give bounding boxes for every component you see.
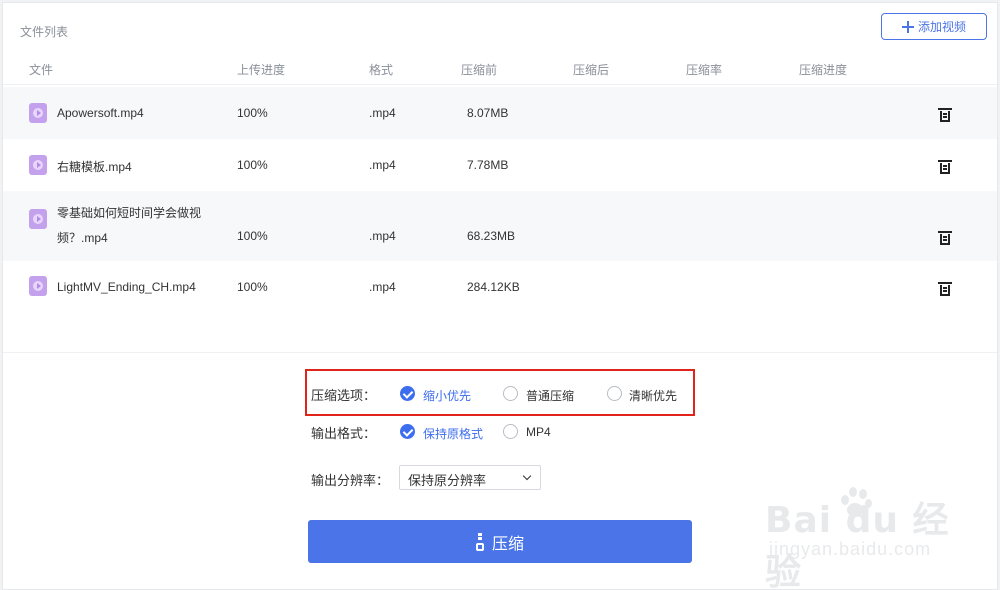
compress-button[interactable]: 压缩 [308,520,692,563]
file-format: .mp4 [369,229,396,243]
file-list-title: 文件列表 [20,25,69,39]
resolution-select-value: 保持原分辨率 [408,473,487,488]
delete-icon[interactable] [937,230,953,246]
column-compress-progress: 压缩进度 [799,63,848,77]
output-resolution-label: 输出分辨率： [311,473,390,488]
chevron-down-icon [522,471,532,481]
add-video-label: 添加视频 [917,20,966,34]
file-name: 零基础如何短时间学会做视 [57,206,202,220]
output-format-label: 输出格式： [311,426,377,441]
size-before: 68.23MB [467,229,516,243]
size-before: 7.78MB [467,158,509,172]
compress-button-label: 压缩 [491,535,524,553]
add-video-button[interactable]: 添加视频 [881,13,987,40]
radio-normal-compress-label[interactable]: 普通压缩 [526,387,574,404]
table-row: 右糖模板.mp4 100% .mp4 7.78MB [3,139,997,191]
file-name: 右糖模板.mp4 [57,160,132,174]
column-format: 格式 [369,63,394,77]
file-format: .mp4 [369,158,396,172]
column-size-before: 压缩前 [461,63,498,77]
compress-options-label: 压缩选项： [311,388,377,403]
file-format: .mp4 [369,280,396,294]
column-file: 文件 [29,63,54,77]
radio-normal-compress[interactable] [503,386,518,401]
section-divider [3,352,997,353]
upload-progress: 100% [237,280,268,294]
radio-clarity-first-label[interactable]: 清晰优先 [629,387,677,404]
radio-shrink-first[interactable] [400,386,415,401]
column-size-after: 压缩后 [573,63,610,77]
file-format: .mp4 [369,106,396,120]
zip-icon [475,532,484,551]
file-name-line2: 频？.mp4 [57,231,108,245]
column-upload-progress: 上传进度 [237,63,286,77]
video-file-icon [29,103,47,123]
upload-progress: 100% [237,106,268,120]
size-before: 8.07MB [467,106,509,120]
delete-icon[interactable] [937,281,953,297]
plus-icon [901,20,914,33]
radio-shrink-first-label[interactable]: 缩小优先 [423,387,471,404]
delete-icon[interactable] [937,159,953,175]
baidu-jingyan-watermark: Bai du 经验 jingyan.baidu.com [765,483,985,590]
radio-keep-format-label[interactable]: 保持原格式 [423,425,483,442]
watermark-url: jingyan.baidu.com [769,539,932,559]
radio-mp4-label[interactable]: MP4 [526,425,551,439]
video-file-icon [29,209,47,229]
file-name: Apowersoft.mp4 [57,106,144,120]
file-name: LightMV_Ending_CH.mp4 [57,280,196,294]
table-header: 文件 上传进度 格式 压缩前 压缩后 压缩率 压缩进度 [3,55,997,85]
video-file-icon [29,276,47,296]
upload-progress: 100% [237,229,268,243]
table-row: Apowersoft.mp4 100% .mp4 8.07MB [3,87,997,139]
resolution-select[interactable]: 保持原分辨率 [399,465,541,490]
size-before: 284.12KB [467,280,520,294]
file-compress-panel: 文件列表 添加视频 文件 上传进度 格式 压缩前 压缩后 压缩率 压缩进度 Ap… [2,2,998,590]
table-row: LightMV_Ending_CH.mp4 100% .mp4 284.12KB [3,261,997,313]
table-row: 零基础如何短时间学会做视 频？.mp4 100% .mp4 68.23MB [3,191,997,261]
column-ratio: 压缩率 [686,63,723,77]
delete-icon[interactable] [937,107,953,123]
video-file-icon [29,155,47,175]
radio-keep-format[interactable] [400,424,415,439]
upload-progress: 100% [237,158,268,172]
radio-mp4[interactable] [503,424,518,439]
radio-clarity-first[interactable] [607,386,622,401]
